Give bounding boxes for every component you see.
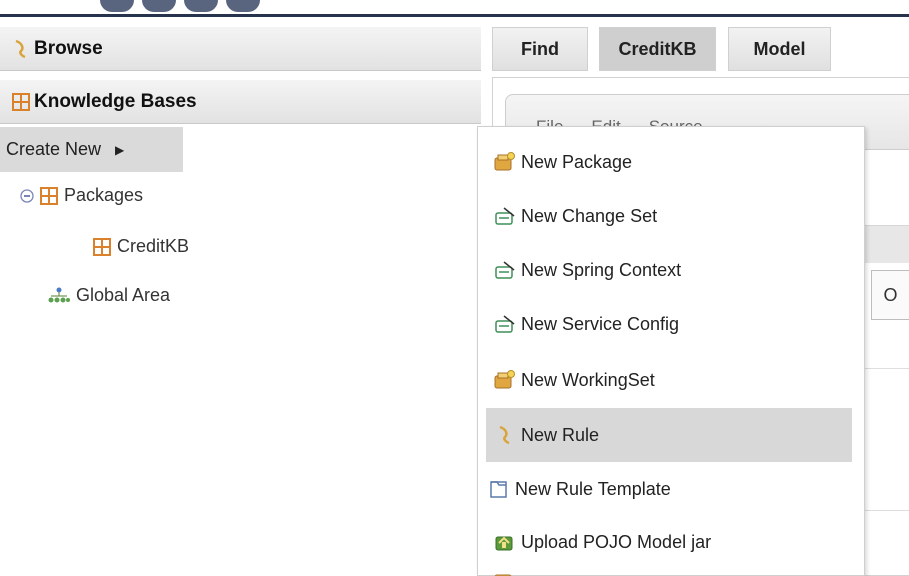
service-config-icon [493, 312, 517, 336]
menu-item-partial[interactable] [486, 567, 852, 576]
tab-bar: Find CreditKB Model [492, 27, 909, 71]
workingset-icon [493, 368, 517, 392]
collapse-icon[interactable] [20, 188, 34, 203]
menu-item-label: New Package [521, 151, 633, 172]
panel-field[interactable]: O [871, 270, 909, 320]
tree-item-packages[interactable]: Packages [20, 185, 143, 206]
menu-item-label: New WorkingSet [521, 369, 655, 390]
package-grid-icon [10, 91, 32, 113]
global-area-icon [48, 287, 70, 305]
nav-browse-header[interactable]: Browse [0, 27, 481, 71]
tree-creditkb-label: CreditKB [117, 236, 190, 256]
top-banner [0, 0, 909, 17]
rule-template-icon [487, 477, 511, 501]
create-new-label: Create New [6, 139, 102, 159]
menu-item-new-workingset[interactable]: New WorkingSet [486, 355, 852, 405]
package-icon [493, 150, 517, 174]
nav-knowledge-bases-header[interactable]: Knowledge Bases [0, 80, 481, 124]
nav-knowledge-bases-label: Knowledge Bases [34, 90, 197, 112]
menu-item-label: New Change Set [521, 205, 658, 226]
tree-item-creditkb[interactable]: CreditKB [93, 236, 189, 257]
tab-model[interactable]: Model [728, 27, 831, 71]
nav-browse-label: Browse [34, 37, 103, 59]
rule-icon [493, 423, 517, 447]
package-grid-icon [93, 237, 111, 256]
menu-item-label: New Spring Context [521, 259, 682, 280]
menu-item-new-spring-context[interactable]: New Spring Context [486, 245, 852, 295]
triangle-right-icon: ▶ [115, 142, 125, 157]
change-set-icon [493, 204, 517, 228]
tree-item-global-area[interactable]: Global Area [48, 285, 170, 306]
rule-icon [10, 38, 32, 60]
create-new-menu-trigger[interactable]: Create New ▶ [0, 127, 183, 172]
package-grid-icon [40, 186, 58, 205]
tab-creditkb[interactable]: CreditKB [599, 27, 716, 71]
menu-item-new-change-set[interactable]: New Change Set [486, 191, 852, 241]
menu-item-label: Upload POJO Model jar [521, 531, 712, 552]
tab-find[interactable]: Find [492, 27, 588, 71]
tree-global-area-label: Global Area [76, 285, 171, 305]
menu-item-label: New Rule [521, 424, 600, 445]
upload-jar-icon [493, 530, 517, 554]
logo-icon [100, 0, 290, 14]
menu-item-label: New Service Config [521, 313, 680, 334]
banner-divider [0, 14, 909, 17]
menu-item-new-rule[interactable]: New Rule [486, 408, 852, 462]
menu-item-new-rule-template[interactable]: New Rule Template [480, 464, 846, 514]
menu-item-new-service-config[interactable]: New Service Config [486, 299, 852, 349]
menu-item-label: New Rule Template [515, 478, 671, 499]
package-icon [493, 567, 517, 576]
menu-item-new-package[interactable]: New Package [486, 137, 852, 187]
tree-packages-label: Packages [64, 185, 144, 205]
menu-item-upload-pojo-model-jar[interactable]: Upload POJO Model jar [486, 517, 852, 567]
create-new-context-menu: New Package New Change Set New Spring Co… [477, 126, 865, 576]
spring-context-icon [493, 258, 517, 282]
